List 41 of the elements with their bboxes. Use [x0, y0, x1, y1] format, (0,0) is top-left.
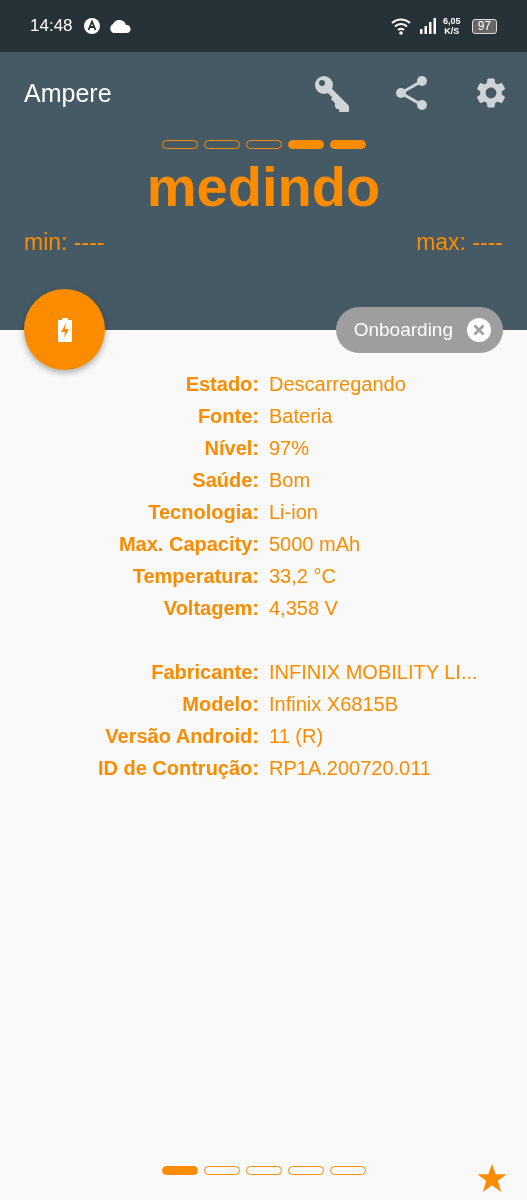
clock-time: 14:48	[30, 16, 73, 36]
share-icon[interactable]	[395, 75, 429, 111]
measuring-status: medindo	[145, 155, 382, 219]
info-value: 4,358 V	[269, 596, 339, 620]
info-value: Bateria	[269, 404, 334, 428]
info-label: Estado:	[184, 372, 259, 396]
network-speed: 6,05	[443, 16, 461, 26]
star-icon[interactable]	[477, 1164, 507, 1192]
info-label: Fonte:	[196, 404, 259, 428]
a-circle-icon	[82, 17, 101, 35]
min-reading: min: ----	[24, 229, 105, 256]
info-label: Fabricante:	[150, 660, 259, 684]
info-label: Tecnologia:	[147, 500, 259, 524]
key-icon[interactable]	[313, 74, 351, 112]
info-label: Voltagem:	[162, 596, 259, 620]
info-label: Modelo:	[181, 692, 259, 716]
info-value: 33,2 °C	[269, 564, 337, 588]
battery-charging-icon	[57, 317, 72, 342]
info-value: Infinix X6815B	[269, 692, 399, 716]
battery-indicator: 97	[471, 18, 497, 34]
info-label: Nível:	[203, 436, 259, 460]
signal-icon	[420, 18, 437, 34]
cloud-icon	[107, 19, 132, 33]
info-label: Max. Capacity:	[117, 532, 259, 556]
info-value: 5000 mAh	[269, 532, 362, 556]
close-icon[interactable]	[467, 318, 491, 342]
onboarding-chip[interactable]: Onboarding	[335, 307, 503, 353]
info-label: Saúde:	[191, 468, 259, 492]
info-value: Bom	[269, 468, 312, 492]
info-label: Versão Android:	[104, 724, 259, 748]
info-value: Descarregando	[269, 372, 407, 396]
app-title: Ampere	[24, 78, 112, 108]
network-speed-unit: K/S	[444, 26, 460, 36]
info-label: Temperatura:	[131, 564, 259, 588]
info-value: RP1A.200720.011	[269, 756, 432, 780]
info-value: Li-ion	[269, 500, 319, 524]
info-value: 11 (R)	[269, 724, 325, 748]
max-reading: max: ----	[416, 229, 503, 256]
info-value: INFINIX MOBILITY LI...	[269, 660, 479, 684]
info-label: ID de Contrução:	[96, 756, 259, 780]
info-value: 97%	[269, 436, 311, 460]
